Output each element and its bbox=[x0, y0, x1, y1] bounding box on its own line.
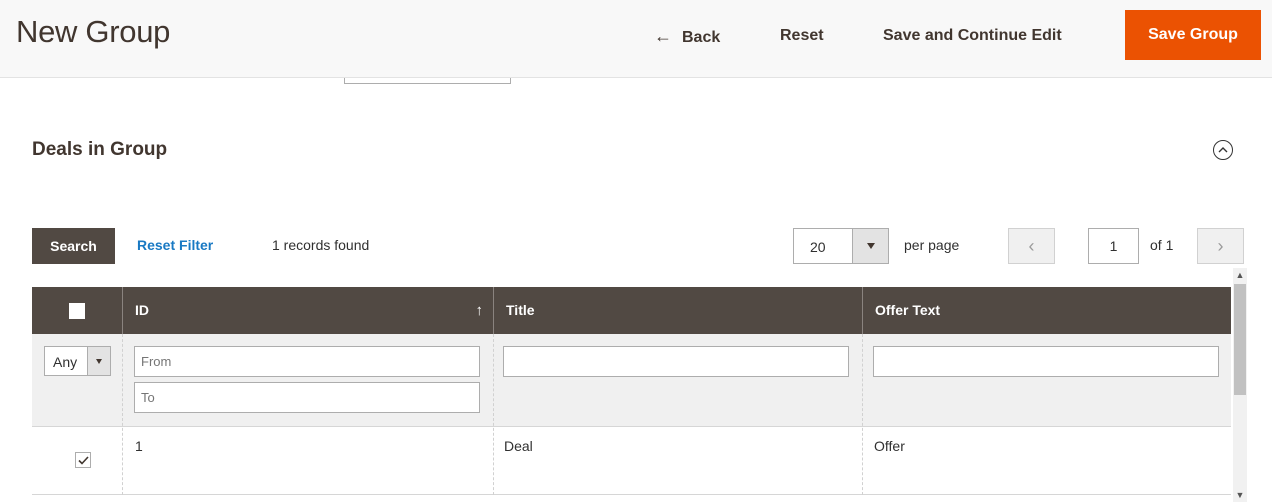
per-page-dropdown-toggle[interactable] bbox=[852, 229, 888, 263]
column-header-id[interactable]: ID ↑ bbox=[122, 287, 493, 334]
column-header-id-label: ID bbox=[135, 302, 149, 318]
scrollbar-thumb[interactable] bbox=[1234, 284, 1246, 395]
in-group-filter-select[interactable]: Any bbox=[44, 346, 111, 376]
row-checkbox[interactable] bbox=[75, 452, 91, 468]
mass-action-checkbox-header[interactable] bbox=[32, 287, 122, 334]
offer-text-filter-input[interactable] bbox=[873, 346, 1219, 377]
scroll-down-icon[interactable]: ▼ bbox=[1233, 488, 1247, 502]
filter-row: Any bbox=[32, 334, 1231, 427]
arrow-left-icon: ← bbox=[654, 26, 672, 46]
sort-ascending-icon: ↑ bbox=[475, 302, 484, 319]
save-group-button[interactable]: Save Group bbox=[1125, 10, 1261, 60]
cell-offer-text: Offer bbox=[874, 438, 905, 454]
id-from-input[interactable] bbox=[134, 346, 480, 377]
search-button[interactable]: Search bbox=[32, 228, 115, 264]
back-button-label: Back bbox=[682, 29, 721, 46]
cell-id: 1 bbox=[135, 438, 143, 454]
chevron-left-icon: ‹ bbox=[1028, 235, 1035, 256]
select-all-checkbox[interactable] bbox=[69, 302, 85, 319]
page-header: New Group ← Back Reset Save and Continue … bbox=[0, 0, 1272, 78]
per-page-value: 20 bbox=[810, 239, 826, 255]
scroll-up-icon[interactable]: ▲ bbox=[1233, 268, 1247, 282]
reset-filter-link[interactable]: Reset Filter bbox=[137, 237, 213, 253]
checkmark-icon bbox=[77, 455, 89, 465]
page-total: of 1 bbox=[1150, 237, 1174, 253]
chevron-right-icon: › bbox=[1217, 235, 1224, 256]
next-page-button[interactable]: › bbox=[1197, 228, 1244, 264]
triangle-down-icon bbox=[96, 358, 102, 364]
back-button[interactable]: ← Back bbox=[654, 22, 720, 50]
save-and-continue-button[interactable]: Save and Continue Edit bbox=[883, 22, 1062, 50]
chevron-up-circle-icon[interactable] bbox=[1213, 140, 1233, 160]
column-divider bbox=[122, 334, 123, 495]
section-title: Deals in Group bbox=[32, 139, 168, 160]
vertical-scrollbar[interactable]: ▲ ▼ bbox=[1233, 268, 1247, 502]
previous-page-button[interactable]: ‹ bbox=[1008, 228, 1055, 264]
in-group-filter-toggle[interactable] bbox=[87, 347, 110, 375]
id-to-input[interactable] bbox=[134, 382, 480, 413]
column-header-title[interactable]: Title bbox=[493, 287, 862, 334]
records-found-count: 1 records found bbox=[272, 237, 370, 253]
cell-title: Deal bbox=[504, 438, 533, 454]
column-header-offer-text[interactable]: Offer Text bbox=[862, 287, 1231, 334]
per-page-select[interactable]: 20 bbox=[793, 228, 889, 264]
title-filter-input[interactable] bbox=[503, 346, 849, 377]
table-row[interactable]: 1 Deal Offer bbox=[32, 427, 1231, 495]
in-group-filter-value: Any bbox=[53, 354, 78, 370]
page-number-input[interactable] bbox=[1088, 228, 1139, 264]
grid-header-row: ID ↑ Title Offer Text bbox=[32, 287, 1231, 334]
partial-form-field[interactable] bbox=[344, 78, 511, 84]
page-title: New Group bbox=[16, 14, 171, 49]
column-divider bbox=[493, 334, 494, 495]
column-divider bbox=[862, 334, 863, 495]
triangle-down-icon bbox=[866, 243, 875, 249]
reset-button[interactable]: Reset bbox=[780, 22, 824, 50]
per-page-label: per page bbox=[904, 237, 960, 253]
